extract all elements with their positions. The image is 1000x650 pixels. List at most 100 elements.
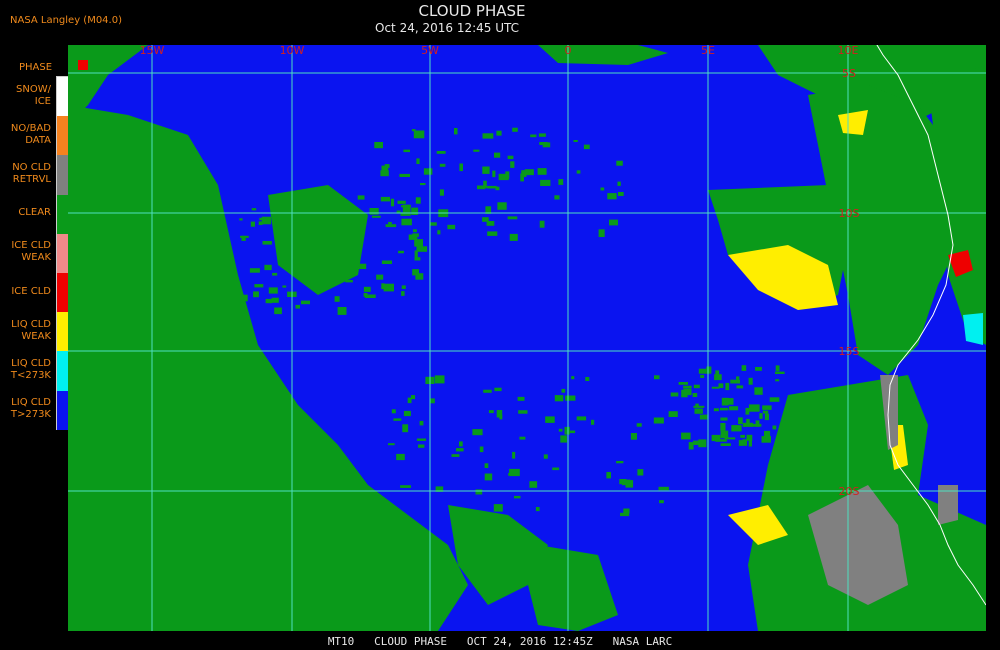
clear-speck bbox=[540, 179, 551, 186]
clear-speck bbox=[363, 293, 368, 297]
clear-speck bbox=[729, 406, 739, 411]
clear-speck bbox=[738, 417, 743, 425]
clear-speck bbox=[436, 151, 446, 154]
image-title: CLOUD PHASE bbox=[418, 2, 526, 20]
clear-speck bbox=[538, 133, 546, 137]
clear-speck bbox=[720, 417, 728, 421]
clear-speck bbox=[775, 379, 780, 382]
clear-speck bbox=[761, 436, 771, 443]
clear-speck bbox=[721, 397, 729, 406]
clear-speck bbox=[573, 140, 578, 142]
clear-speck bbox=[397, 200, 406, 204]
clear-speck bbox=[741, 365, 747, 371]
clear-speck bbox=[537, 168, 547, 175]
clear-speck bbox=[697, 441, 705, 445]
clear-speck bbox=[451, 454, 460, 457]
clear-speck bbox=[393, 418, 402, 421]
clear-speck bbox=[752, 423, 762, 427]
clear-speck bbox=[414, 250, 418, 258]
clear-speck bbox=[653, 417, 664, 424]
clear-speck bbox=[719, 407, 729, 411]
clear-speck bbox=[552, 467, 560, 471]
clear-speck bbox=[683, 388, 692, 396]
image-timestamp: Oct 24, 2016 12:45 UTC bbox=[375, 21, 519, 35]
clear-speck bbox=[670, 392, 679, 397]
latitude-label: 15S bbox=[839, 345, 860, 358]
clear-speck bbox=[494, 152, 501, 158]
clear-speck bbox=[512, 451, 516, 459]
legend-label: ICE CLD WEAK bbox=[11, 240, 51, 264]
clear-speck bbox=[414, 239, 423, 247]
clear-speck bbox=[334, 296, 340, 302]
clear-speck bbox=[530, 134, 537, 138]
clear-speck bbox=[388, 221, 392, 225]
clear-speck bbox=[775, 365, 780, 372]
clear-speck bbox=[265, 298, 273, 304]
clear-speck bbox=[535, 507, 540, 512]
clear-speck bbox=[600, 187, 605, 191]
clear-speck bbox=[482, 166, 490, 174]
clear-speck bbox=[571, 376, 575, 380]
legend-label: LIQ CLD WEAK bbox=[11, 318, 51, 342]
clear-speck bbox=[693, 405, 705, 408]
clear-speck bbox=[524, 169, 534, 176]
clear-speck bbox=[762, 410, 769, 414]
clear-speck bbox=[272, 272, 278, 276]
clear-speck bbox=[630, 433, 637, 440]
clear-speck bbox=[383, 283, 394, 292]
clear-speck bbox=[715, 370, 720, 378]
clear-speck bbox=[749, 404, 760, 412]
clear-speck bbox=[545, 416, 555, 423]
clear-speck bbox=[266, 266, 270, 270]
clear-speck bbox=[376, 274, 384, 280]
clear-speck bbox=[411, 207, 419, 215]
clear-speck bbox=[683, 385, 692, 389]
clear-speck bbox=[616, 461, 624, 464]
clear-speck bbox=[345, 280, 353, 283]
clear-speck bbox=[355, 221, 366, 227]
clear-speck bbox=[341, 218, 351, 226]
clear-speck bbox=[618, 192, 624, 196]
clear-speck bbox=[492, 170, 496, 178]
clear-speck bbox=[623, 508, 630, 514]
clear-speck bbox=[693, 384, 700, 389]
clear-speck bbox=[736, 385, 744, 389]
clear-speck bbox=[472, 429, 483, 436]
clear-speck bbox=[484, 463, 489, 468]
clear-speck bbox=[239, 218, 243, 221]
ice-cloud-patch bbox=[78, 60, 88, 70]
clear-speck bbox=[282, 245, 288, 251]
legend-label: LIQ CLD T<273K bbox=[10, 358, 51, 381]
clear-speck bbox=[775, 443, 781, 446]
clear-speck bbox=[498, 173, 509, 181]
clear-speck bbox=[692, 393, 698, 397]
clear-speck bbox=[493, 504, 503, 512]
longitude-label: 15W bbox=[140, 45, 165, 57]
clear-speck bbox=[565, 395, 576, 401]
clear-speck bbox=[554, 395, 564, 402]
legend-title: PHASE bbox=[19, 62, 53, 73]
clear-speck bbox=[401, 291, 405, 296]
clear-speck bbox=[740, 434, 745, 438]
clear-speck bbox=[738, 440, 743, 446]
clear-speck bbox=[517, 396, 525, 401]
clear-speck bbox=[313, 196, 321, 204]
clear-speck bbox=[415, 273, 424, 280]
clear-speck bbox=[473, 149, 480, 152]
clear-speck bbox=[399, 173, 410, 177]
clear-speck bbox=[718, 439, 727, 442]
clear-speck bbox=[251, 208, 257, 211]
clear-speck bbox=[591, 419, 595, 425]
clear-speck bbox=[389, 512, 397, 516]
clear-speck bbox=[380, 196, 390, 202]
clear-speck bbox=[388, 443, 395, 446]
clear-speck bbox=[401, 285, 406, 289]
clear-speck bbox=[434, 375, 445, 384]
clear-speck bbox=[410, 395, 416, 400]
clear-speck bbox=[482, 133, 494, 139]
legend-label: CLEAR bbox=[18, 207, 51, 219]
clear-speck bbox=[772, 425, 777, 430]
clear-speck bbox=[402, 424, 409, 433]
longitude-label: 0 bbox=[565, 45, 572, 57]
clear-speck bbox=[510, 161, 515, 168]
